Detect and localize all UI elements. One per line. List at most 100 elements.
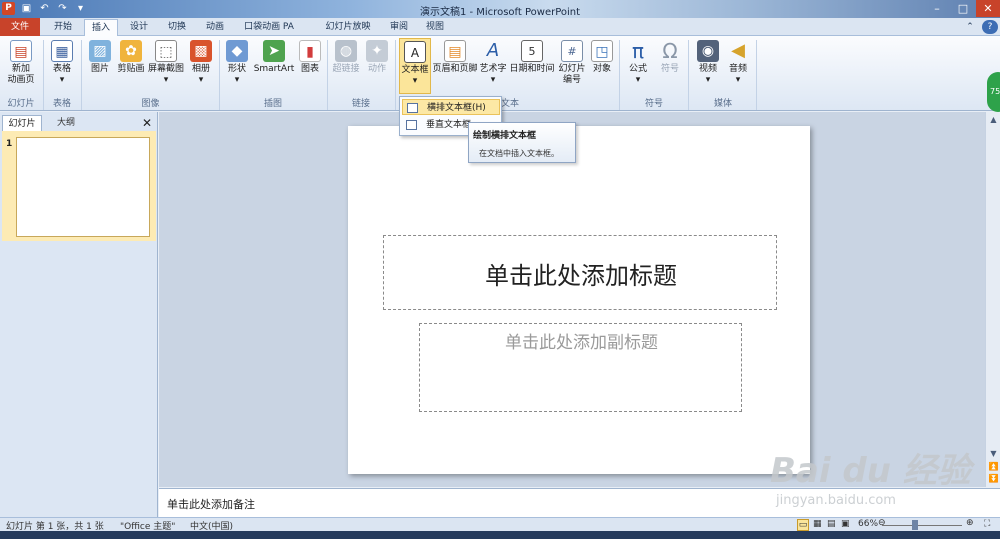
tab-home[interactable]: 开始 [46,19,80,36]
slide-sorter-icon[interactable]: ▦ [813,519,822,529]
picture-label: 图片 [90,64,109,74]
tab-insert[interactable]: 插入 [84,19,118,37]
slide-number: 1 [6,139,13,149]
shapes-label: 形状 [227,64,246,74]
photo-album-icon: ▩ [190,40,212,62]
help-icon[interactable]: ? [982,20,998,34]
slide-number-button[interactable]: # 幻灯片 编号 [557,40,587,86]
reading-view-icon[interactable]: ▤ [827,519,836,529]
header-footer-icon: ▤ [444,40,466,62]
tab-outline[interactable]: 大纲 [44,115,88,131]
calendar-icon: 5 [521,40,543,62]
tab-slides[interactable]: 幻灯片 [2,115,42,131]
wordart-label: 艺术字 [479,64,507,74]
group-illustrations-label: 插图 [263,99,282,109]
video-button[interactable]: ◉ 视频 ▾ [694,40,722,86]
table-button[interactable]: ▦ 表格 ▾ [47,40,77,86]
fit-slide-icon[interactable]: ⛶ [984,519,990,529]
collapse-ribbon-icon[interactable]: ⌃ [962,19,978,36]
group-slides-label: 幻灯片 [7,99,35,109]
scroll-down-icon[interactable]: ▼ [988,448,999,459]
chevron-down-icon: ▾ [198,75,204,85]
close-button[interactable]: ✕ [976,0,1000,17]
smartart-button[interactable]: ➤ SmartArt [253,40,295,75]
tab-pocket-animation[interactable]: 口袋动画 PA [238,19,300,36]
menu-item-label: 横排文本框(H) [427,103,486,113]
group-separator [395,40,396,110]
group-separator [327,40,328,110]
normal-view-icon[interactable]: ▭ [797,519,809,531]
baidu-logo: Bai du 经验 [770,451,971,491]
object-icon: ◳ [591,40,613,62]
omega-icon: Ω [662,39,678,63]
maximize-button[interactable]: □ [950,0,976,17]
slide-panel-tabs: 幻灯片 大纲 ✕ [0,115,158,131]
datetime-label: 日期和时间 [509,64,555,74]
audio-button[interactable]: ◀ 音频 ▾ [724,40,752,86]
tab-slideshow[interactable]: 幻灯片放映 [320,19,376,36]
album-button[interactable]: ▩ 相册 ▾ [187,40,215,86]
zoom-out-icon[interactable]: ⊖ [878,518,886,528]
chevron-down-icon: ▾ [234,75,240,85]
group-symbols-label: 符号 [644,99,663,109]
header-footer-button[interactable]: ▤ 页眉和页脚 [432,40,478,75]
equation-button[interactable]: π 公式 ▾ [624,40,652,86]
smartart-label: SmartArt [253,64,295,74]
next-slide-icon[interactable]: ⏬ [988,473,999,484]
zoom-in-icon[interactable]: ⊕ [966,518,974,528]
new-slide-icon: ▤ [10,40,32,62]
group-separator [81,40,82,110]
symbol-button[interactable]: Ω 符号 [656,40,684,75]
chevron-down-icon: ▾ [412,76,418,86]
textbox-button[interactable]: A 文本框 ▾ [399,38,431,94]
hyperlink-icon: ◍ [335,40,357,62]
slide-thumbnail[interactable] [16,137,150,237]
action-label: 动作 [367,64,386,74]
screenshot-button[interactable]: ⬚ 屏幕截图 ▾ [147,40,185,86]
audio-label: 音频 [728,64,747,74]
vertical-scrollbar[interactable]: ▲ ▼ ⏫ ⏬ [985,112,1000,487]
tab-review[interactable]: 审阅 [382,19,416,36]
tab-animations[interactable]: 动画 [198,19,232,36]
wordart-button[interactable]: A 艺术字 ▾ [478,40,508,86]
chart-label: 图表 [300,64,319,74]
tab-design[interactable]: 设计 [122,19,156,36]
picture-button[interactable]: ▨ 图片 [86,40,114,75]
menu-item-horizontal-textbox[interactable]: 横排文本框(H) [402,99,500,115]
tab-transitions[interactable]: 切换 [160,19,194,36]
scroll-up-icon[interactable]: ▲ [988,114,999,125]
close-icon[interactable]: ✕ [142,115,154,131]
header-footer-label: 页眉和页脚 [432,64,478,74]
minimize-button[interactable]: – [924,0,950,17]
group-links-label: 链接 [351,99,370,109]
clipart-button[interactable]: ✿ 剪贴画 [116,40,146,75]
action-icon: ✦ [366,40,388,62]
previous-slide-icon[interactable]: ⏫ [988,461,999,472]
slideshow-icon[interactable]: ▣ [841,519,850,529]
chart-button[interactable]: ▮ 图表 [297,40,323,75]
group-separator [619,40,620,110]
group-tables-label: 表格 [52,99,71,109]
status-bar: 幻灯片 第 1 张，共 1 张 "Office 主题" 中文(中国) ▭ ▦ ▤… [0,517,1000,532]
album-label: 相册 [191,64,210,74]
action-button[interactable]: ✦ 动作 [363,40,391,75]
new-slide-button[interactable]: ▤ 新加 动画页 [3,40,39,86]
zoom-slider-knob[interactable] [912,520,918,530]
floating-badge[interactable]: 75 [987,72,1000,112]
tab-view[interactable]: 视图 [418,19,452,36]
tab-file[interactable]: 文件 [0,18,40,36]
pi-icon: π [631,39,645,63]
screenshot-label: 屏幕截图 [147,64,184,74]
title-placeholder[interactable]: 单击此处添加标题 [383,235,777,310]
zoom-level[interactable]: 66% [858,519,878,529]
subtitle-placeholder[interactable]: 单击此处添加副标题 [419,323,742,412]
hyperlink-button[interactable]: ◍ 超链接 [331,40,361,75]
shapes-button[interactable]: ◆ 形状 ▾ [223,40,251,86]
picture-icon: ▨ [89,40,111,62]
object-button[interactable]: ◳ 对象 [589,40,615,75]
tooltip-description: 在文档中插入文本框。 [479,149,559,158]
slide-number-label: 幻灯片 编号 [558,64,586,85]
datetime-button[interactable]: 5 日期和时间 [509,40,555,75]
zoom-slider[interactable] [882,525,962,526]
notes-placeholder: 单击此处添加备注 [167,498,255,511]
